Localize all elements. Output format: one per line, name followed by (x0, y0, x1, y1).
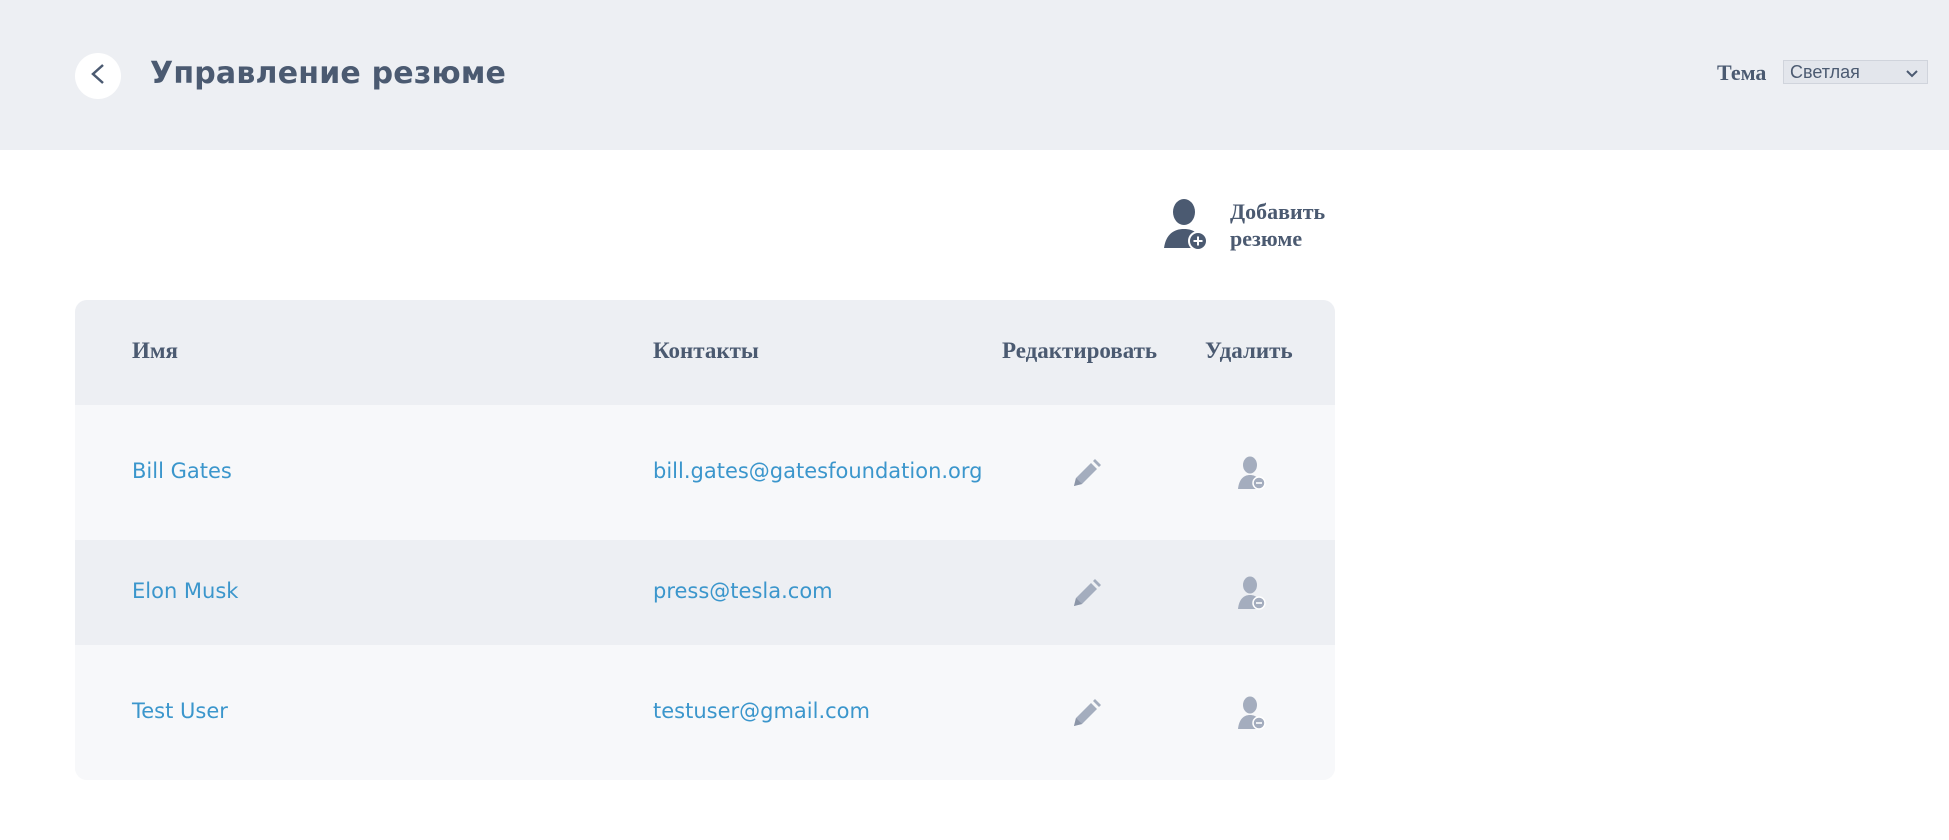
user-remove-icon (1232, 456, 1272, 497)
page-title: Управление резюме (150, 56, 507, 91)
resume-contact-link[interactable]: press@tesla.com (653, 579, 833, 603)
add-resume-button[interactable]: Добавить резюме (1160, 198, 1340, 254)
user-remove-icon (1232, 576, 1272, 617)
column-header-contacts: Контакты (653, 338, 759, 363)
delete-button[interactable] (1232, 573, 1272, 613)
edit-button[interactable] (1065, 693, 1105, 733)
resume-contact-link[interactable]: testuser@gmail.com (653, 699, 870, 723)
column-header-delete: Удалить (1205, 338, 1293, 363)
edit-button[interactable] (1065, 453, 1105, 493)
pencil-icon (1065, 459, 1105, 497)
user-add-icon (1160, 198, 1216, 258)
page-header: Управление резюме Тема Светлая (0, 0, 1949, 150)
user-remove-icon (1232, 696, 1272, 737)
delete-button[interactable] (1232, 693, 1272, 733)
theme-label: Тема (1717, 60, 1767, 85)
table-row: Elon Musk press@tesla.com (75, 540, 1335, 645)
table-header: Имя Контакты Редактировать Удалить (75, 300, 1335, 405)
theme-select-value: Светлая (1790, 61, 1860, 82)
column-header-name: Имя (132, 338, 178, 363)
edit-button[interactable] (1065, 573, 1105, 613)
pencil-icon (1065, 699, 1105, 737)
back-button[interactable] (75, 53, 121, 99)
delete-button[interactable] (1232, 453, 1272, 493)
add-resume-label: Добавить резюме (1230, 199, 1326, 251)
table-row: Bill Gates bill.gates@gatesfoundation.or… (75, 405, 1335, 540)
resume-contact-link[interactable]: bill.gates@gatesfoundation.org (653, 459, 983, 483)
resume-name-link[interactable]: Elon Musk (132, 579, 238, 603)
chevron-down-icon (1905, 65, 1919, 86)
theme-select[interactable]: Светлая (1783, 60, 1928, 84)
column-header-edit: Редактировать (1002, 338, 1158, 363)
pencil-icon (1065, 579, 1105, 617)
chevron-left-icon (88, 62, 108, 90)
resume-table: Имя Контакты Редактировать Удалить Bill … (75, 300, 1335, 780)
resume-name-link[interactable]: Test User (132, 699, 228, 723)
resume-name-link[interactable]: Bill Gates (132, 459, 232, 483)
table-row: Test User testuser@gmail.com (75, 645, 1335, 780)
